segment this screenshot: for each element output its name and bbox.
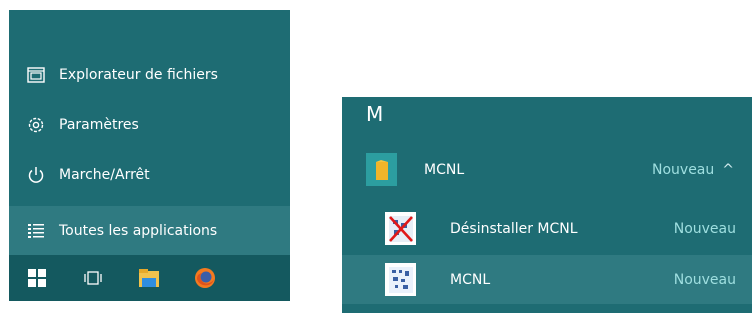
settings-label: Paramètres: [59, 117, 139, 133]
collapse-chevron-icon[interactable]: ^: [722, 162, 734, 178]
new-badge: Nouveau ^: [652, 162, 734, 178]
new-badge: Nouveau: [673, 271, 736, 288]
windows-start-icon: [28, 269, 46, 287]
all-apps-panel: M MCNL Nouveau ^ Désinstaller MCNL Nouvea…: [342, 97, 752, 313]
power-label: Marche/Arrêt: [59, 167, 150, 183]
new-badge-text: Nouveau: [652, 161, 715, 178]
section-letter[interactable]: M: [366, 102, 383, 126]
taskbar: [9, 255, 290, 301]
new-badge: Nouveau: [673, 220, 736, 237]
gear-icon: [26, 115, 46, 135]
task-view-icon: [84, 271, 102, 285]
start-menu-panel: Explorateur de fichiers Paramètres March…: [9, 10, 290, 301]
file-explorer-label: Explorateur de fichiers: [59, 67, 218, 83]
firefox-icon: [195, 268, 215, 288]
file-explorer-item[interactable]: Explorateur de fichiers: [9, 50, 290, 100]
settings-item[interactable]: Paramètres: [9, 100, 290, 150]
power-icon: [26, 165, 46, 185]
mcnl-app-icon: [385, 263, 416, 296]
folder-row-mcnl[interactable]: MCNL Nouveau ^: [342, 145, 752, 194]
power-item[interactable]: Marche/Arrêt: [9, 150, 290, 200]
uninstall-label: Désinstaller MCNL: [450, 220, 578, 237]
firefox-button[interactable]: [177, 255, 233, 301]
list-item-mcnl[interactable]: MCNL Nouveau: [342, 255, 752, 304]
windows-start-button[interactable]: [9, 255, 65, 301]
all-apps-label: Toutes les applications: [59, 223, 218, 239]
folder-label: MCNL: [424, 161, 465, 178]
folder-icon: [366, 153, 397, 186]
file-explorer-taskbar-button[interactable]: [121, 255, 177, 301]
file-explorer-icon: [26, 65, 46, 85]
all-apps-item[interactable]: Toutes les applications: [9, 206, 290, 256]
mcnl-label: MCNL: [450, 271, 491, 288]
file-explorer-icon: [139, 269, 159, 287]
all-apps-icon: [26, 221, 46, 241]
task-view-button[interactable]: [65, 255, 121, 301]
list-item-uninstall-mcnl[interactable]: Désinstaller MCNL Nouveau: [342, 204, 752, 253]
uninstall-icon: [385, 212, 416, 245]
